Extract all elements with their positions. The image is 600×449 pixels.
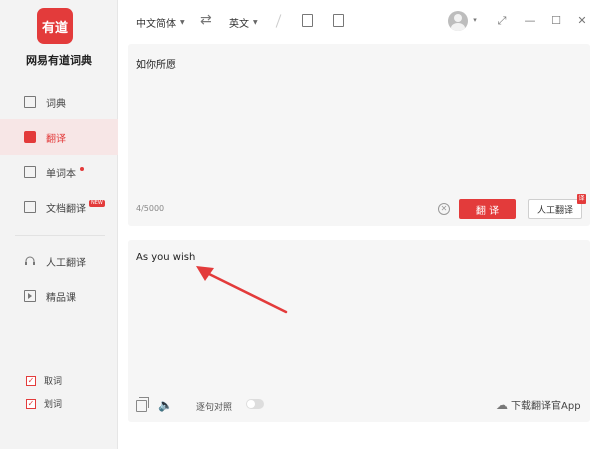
checkbox-label: 划词: [44, 400, 63, 410]
toolbar-divider: [275, 14, 282, 28]
sidebar: 有道 网易有道词典 词典 翻译 单词本 文档翻译 NEW 人工翻译 精品课 ✓ …: [0, 0, 118, 449]
sidebar-divider: [15, 235, 105, 236]
sentence-compare-toggle[interactable]: [246, 399, 264, 409]
check-icon: ✓: [26, 398, 36, 409]
input-panel[interactable]: 如你所愿 4/5000 ✕ 翻 译 人工翻译 译: [128, 44, 590, 226]
dictionary-icon: [24, 96, 36, 108]
sidebar-item-doc-translate[interactable]: 文档翻译 NEW: [0, 189, 118, 225]
headset-icon: [24, 255, 36, 267]
speaker-icon[interactable]: 🔈: [158, 398, 173, 412]
source-language-label: 中文简体: [136, 19, 176, 30]
close-icon[interactable]: ✕: [575, 13, 589, 27]
document-icon: [24, 201, 36, 213]
chevron-down-icon[interactable]: ▾: [468, 13, 482, 27]
translate-button[interactable]: 翻 译: [459, 199, 516, 219]
checkbox-label: 取词: [44, 377, 63, 387]
source-text[interactable]: 如你所愿: [136, 56, 176, 71]
notification-dot: [80, 167, 84, 171]
check-icon: ✓: [26, 375, 36, 386]
target-language-select[interactable]: 英文 ▼: [229, 15, 258, 30]
app-logo: 有道: [37, 8, 73, 44]
sidebar-item-label: 词典: [46, 98, 66, 110]
source-language-select[interactable]: 中文简体 ▼: [136, 15, 185, 30]
minimize-icon[interactable]: —: [523, 13, 537, 27]
app-name: 网易有道词典: [26, 54, 92, 67]
sidebar-item-translate[interactable]: 翻译: [0, 119, 118, 155]
swap-arrows-icon[interactable]: ⇄: [200, 12, 212, 28]
video-icon: [24, 290, 36, 302]
sidebar-item-label: 文档翻译: [46, 203, 86, 215]
select-word-checkbox[interactable]: ✓ 划词: [26, 397, 62, 410]
avatar[interactable]: [448, 11, 468, 31]
sidebar-item-wordbook[interactable]: 单词本: [0, 154, 118, 190]
human-translate-badge: 译: [577, 194, 586, 204]
new-badge: NEW: [89, 199, 105, 207]
translated-text: As you wish: [136, 252, 196, 263]
human-translate-button[interactable]: 人工翻译 译: [528, 194, 586, 219]
wordbook-icon: [24, 166, 36, 178]
sidebar-item-human-translate[interactable]: 人工翻译: [0, 243, 118, 279]
target-language-label: 英文: [229, 19, 249, 30]
chevron-down-icon: ▼: [180, 19, 185, 26]
download-app-label: 下载翻译官App: [511, 401, 581, 412]
capture-word-checkbox[interactable]: ✓ 取词: [26, 374, 62, 387]
output-panel: As you wish 🔈 逐句对照 ☁ 下载翻译官App: [128, 240, 590, 422]
translate-icon: [24, 131, 36, 143]
app-logo-text: 有道: [41, 20, 68, 36]
sidebar-item-label: 精品课: [46, 292, 76, 304]
chevron-down-icon: ▼: [253, 19, 258, 26]
clear-icon[interactable]: ✕: [438, 203, 450, 215]
pin-icon[interactable]: ⤢: [495, 13, 509, 27]
copy-icon[interactable]: [136, 397, 149, 412]
human-translate-label: 人工翻译: [536, 205, 573, 216]
maximize-icon[interactable]: ☐: [549, 13, 563, 27]
char-count: 4/5000: [136, 204, 165, 213]
sidebar-item-dictionary[interactable]: 词典: [0, 84, 118, 120]
sidebar-item-label: 人工翻译: [46, 257, 86, 269]
cloud-download-icon: ☁: [496, 397, 508, 412]
sidebar-item-label: 单词本: [46, 168, 76, 180]
sentence-compare-label: 逐句对照: [196, 403, 233, 413]
sidebar-item-label: 翻译: [46, 133, 66, 145]
screenshot-icon[interactable]: [333, 14, 344, 27]
document-icon[interactable]: [302, 14, 313, 27]
sidebar-item-courses[interactable]: 精品课: [0, 278, 118, 314]
download-app-link[interactable]: ☁ 下载翻译官App: [496, 397, 581, 413]
